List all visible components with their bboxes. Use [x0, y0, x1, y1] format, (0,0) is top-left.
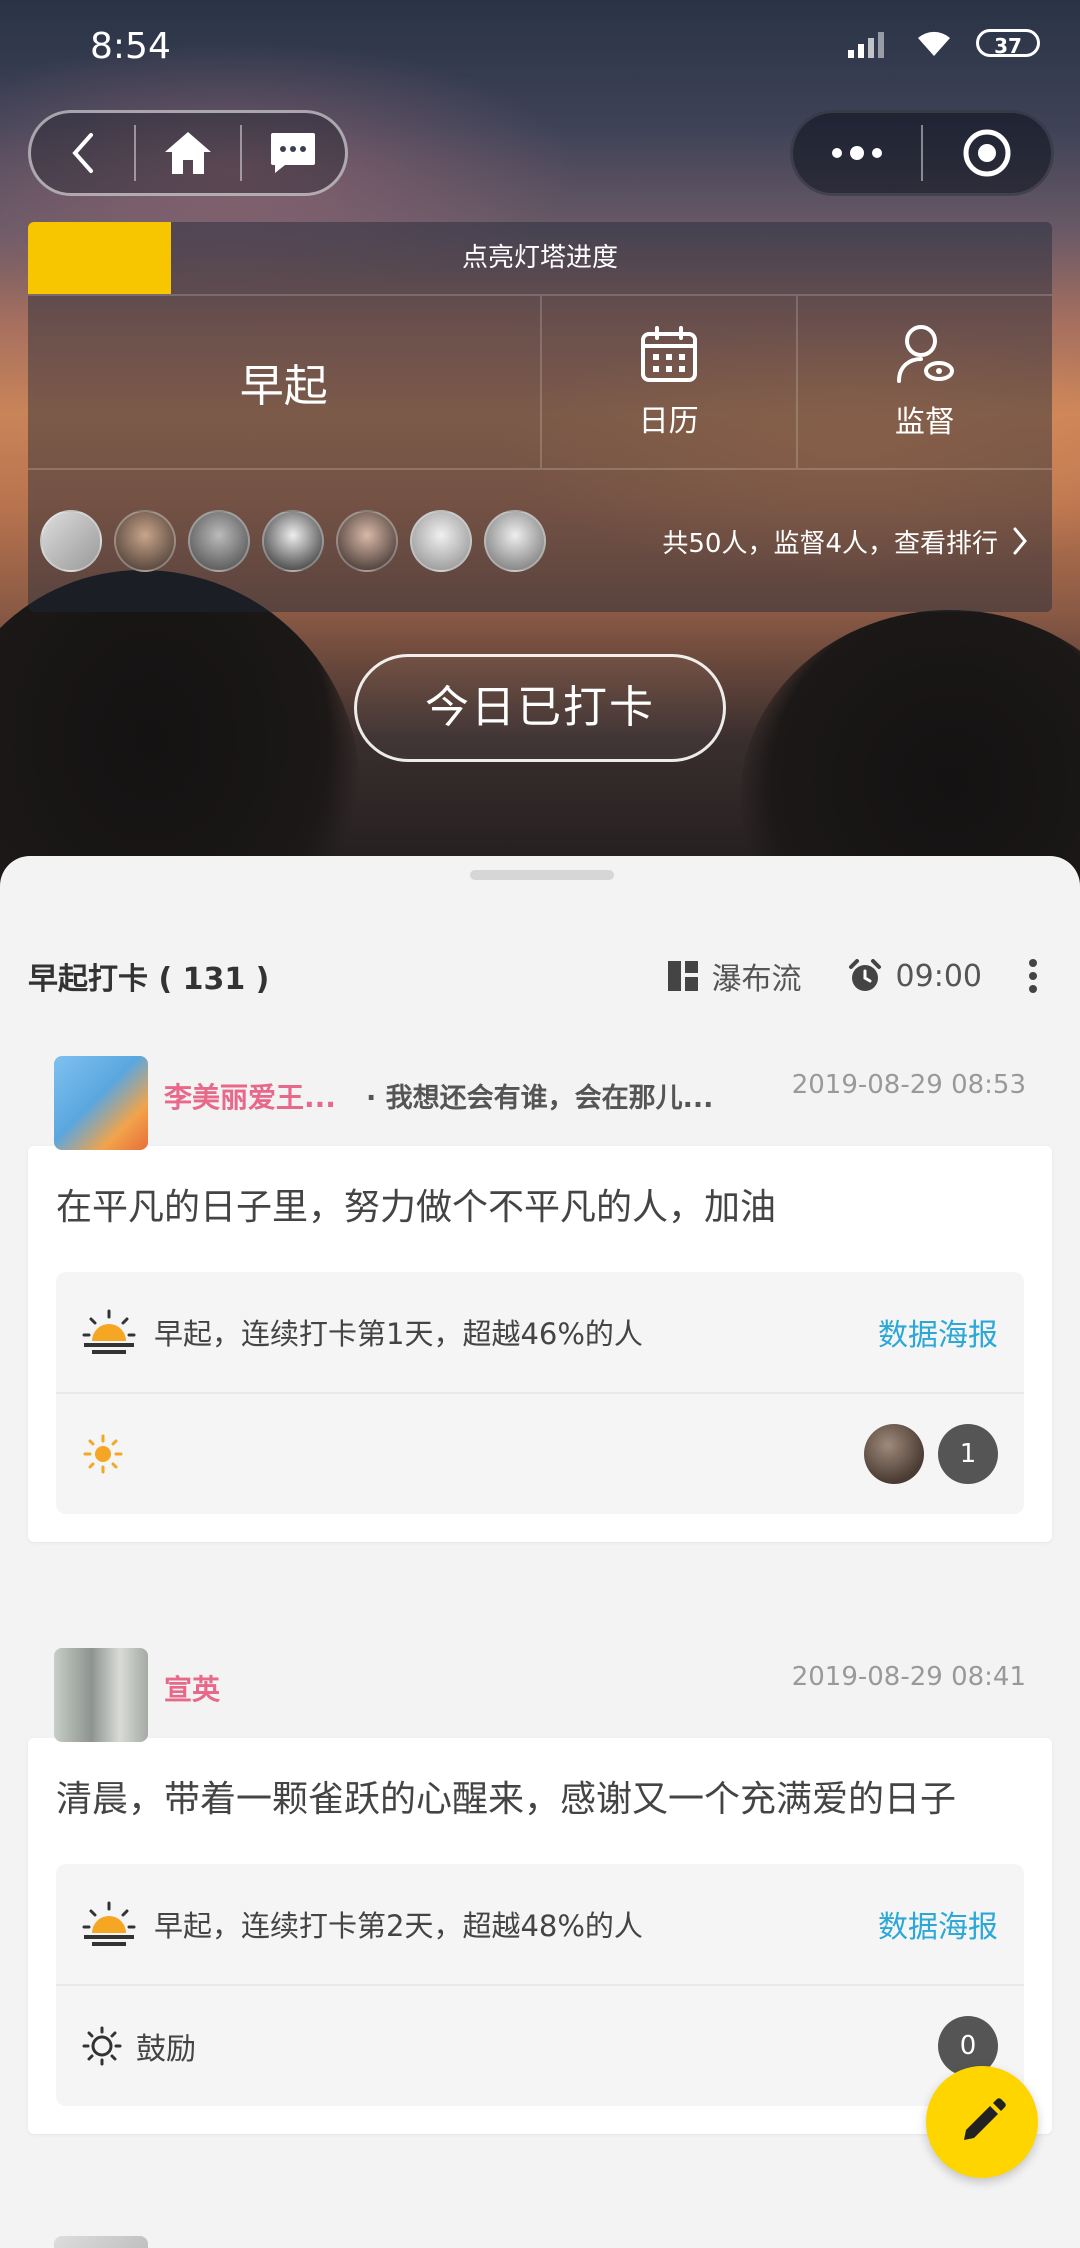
- home-icon: [164, 132, 211, 174]
- mini-program-capsule: [790, 110, 1054, 196]
- alarm-time: 09:00: [895, 958, 982, 994]
- message-button[interactable]: [242, 113, 345, 193]
- post-card[interactable]: 清晨，带着一颗雀跃的心醒来，感谢又一个充满爱的日子 早起，连续打卡第2天，超越4…: [28, 1738, 1052, 2134]
- feed-sheet: 早起打卡 ( 131 ) 瀑布流 09:00 李美丽爱王... · 我想还会有谁…: [0, 856, 1080, 2248]
- lighthouse-progress: 点亮灯塔进度: [28, 222, 1052, 296]
- avatar[interactable]: [54, 1648, 148, 1742]
- data-poster-link[interactable]: 数据海报: [878, 1310, 998, 1354]
- back-button[interactable]: [31, 113, 134, 193]
- pencil-icon: [964, 2098, 1006, 2140]
- sunrise-icon: [82, 1901, 136, 1946]
- encourage-row[interactable]: 鼓励 0: [56, 1984, 1024, 2106]
- member-avatars: [40, 510, 546, 572]
- more-dots-icon: [832, 146, 882, 160]
- back-arrow-icon: [71, 133, 93, 173]
- avatar: [262, 510, 324, 572]
- avatar: [484, 510, 546, 572]
- nav-capsule: [28, 110, 348, 196]
- data-poster-link[interactable]: 数据海报: [878, 1902, 998, 1946]
- post-time: 2019-08-29 08:53: [791, 1070, 1026, 1100]
- post-author-motto: · 我想还会有谁，会在那儿...: [366, 1083, 714, 1114]
- supervise-label: 监督: [894, 405, 955, 440]
- reactions-row: 1: [56, 1392, 1024, 1514]
- feed-post: 李美丽爱王... · 我想还会有谁，会在那儿... 2019-08-29 08:…: [0, 1056, 1080, 1542]
- sunrise-icon: [82, 1309, 136, 1354]
- feed-header: 早起打卡 ( 131 ) 瀑布流 09:00: [0, 936, 1080, 1016]
- battery-indicator: 37: [976, 29, 1040, 58]
- home-button[interactable]: [136, 113, 239, 193]
- signal-icon: [848, 32, 884, 58]
- checkin-stat: 早起，连续打卡第1天，超越46%的人: [154, 1317, 643, 1351]
- calendar-label: 日历: [638, 404, 699, 439]
- close-program-button[interactable]: [923, 113, 1051, 193]
- more-menu-button[interactable]: [793, 113, 921, 193]
- avatar: [114, 510, 176, 572]
- layout-label: 瀑布流: [711, 962, 802, 997]
- checkin-stat-row: 早起，连续打卡第1天，超越46%的人 数据海报: [56, 1272, 1024, 1392]
- calendar-button[interactable]: 日历: [542, 296, 796, 468]
- post-author[interactable]: 李美丽爱王...: [164, 1076, 336, 1116]
- avatar: [188, 510, 250, 572]
- sheet-drag-handle[interactable]: [470, 870, 614, 880]
- waterfall-layout-button[interactable]: 瀑布流: [667, 954, 802, 998]
- avatar[interactable]: [54, 1056, 148, 1150]
- avatar: [336, 510, 398, 572]
- avatar[interactable]: [864, 1424, 924, 1484]
- encourage-label: 鼓励: [136, 2032, 196, 2067]
- alarm-button[interactable]: 09:00: [848, 959, 982, 994]
- wifi-icon: [918, 31, 950, 56]
- members-row[interactable]: 共50人，监督4人，查看排行: [28, 470, 1052, 612]
- checkin-stat: 早起，连续打卡第2天，超越48%的人: [154, 1909, 643, 1943]
- more-vertical-icon[interactable]: [1028, 959, 1038, 993]
- challenge-name[interactable]: 早起: [28, 296, 542, 468]
- message-icon: [271, 133, 316, 173]
- members-summary: 共50人，监督4人，查看排行: [662, 528, 998, 559]
- post-text: 在平凡的日子里，努力做个不平凡的人，加油: [56, 1187, 777, 1228]
- feed-post: 宣英 2019-08-29 08:41 清晨，带着一颗雀跃的心醒来，感谢又一个充…: [0, 1648, 1080, 2134]
- calendar-icon: [640, 326, 697, 382]
- checkin-button[interactable]: 今日已打卡: [354, 654, 726, 762]
- checkin-stat-row: 早起，连续打卡第2天，超越48%的人 数据海报: [56, 1864, 1024, 1984]
- sun-encourage-icon[interactable]: [82, 1433, 124, 1475]
- write-post-button[interactable]: [926, 2066, 1038, 2178]
- target-circle-icon: [963, 129, 1011, 177]
- post-text: 清晨，带着一颗雀跃的心醒来，感谢又一个充满爱的日子: [56, 1779, 957, 1820]
- chevron-right-icon: [1013, 527, 1027, 555]
- avatar: [410, 510, 472, 572]
- avatar[interactable]: [54, 2236, 148, 2248]
- post-author[interactable]: 宣英: [164, 1668, 220, 1708]
- waterfall-grid-icon: [667, 961, 698, 991]
- challenge-info-card: 点亮灯塔进度 早起 日历 监督 共50人，监督4人，查看排行: [28, 222, 1052, 612]
- post-card[interactable]: 在平凡的日子里，努力做个不平凡的人，加油 早起，连续打卡第1天，超越46%的人 …: [28, 1146, 1052, 1542]
- supervise-person-icon: [896, 325, 954, 383]
- sun-outline-icon: [82, 2026, 122, 2066]
- post-time: 2019-08-29 08:41: [791, 1662, 1026, 1692]
- progress-label: 点亮灯塔进度: [461, 243, 618, 273]
- status-time: 8:54: [90, 26, 171, 67]
- avatar: [40, 510, 102, 572]
- feed-title: 早起打卡 ( 131 ): [28, 962, 270, 997]
- alarm-clock-icon: [848, 959, 881, 991]
- tree-silhouette: [0, 570, 360, 900]
- reaction-count[interactable]: 1: [938, 1424, 998, 1484]
- status-bar: 8:54 37: [0, 0, 1080, 96]
- supervise-button[interactable]: 监督: [795, 296, 1052, 468]
